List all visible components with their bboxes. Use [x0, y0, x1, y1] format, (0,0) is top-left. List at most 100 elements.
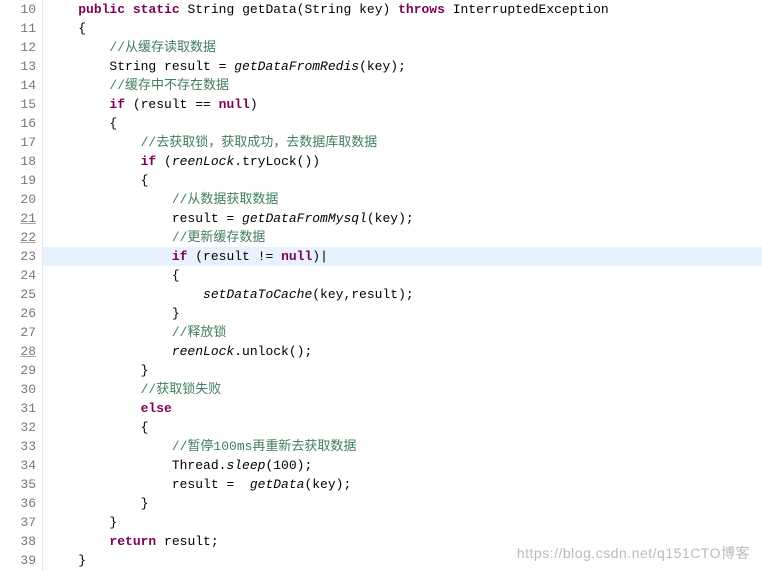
line-number: 17 [0, 133, 36, 152]
code-editor: 1011121314151617181920212223242526272829… [0, 0, 762, 571]
token-plain [47, 135, 141, 150]
line-number: 25 [0, 285, 36, 304]
line-number: 11 [0, 19, 36, 38]
line-number: 36 [0, 494, 36, 513]
token-plain: { [47, 420, 148, 435]
token-comment: //从数据获取数据 [172, 192, 279, 207]
code-line: return result; [43, 532, 762, 551]
token-plain [47, 2, 78, 17]
token-plain: } [47, 363, 148, 378]
code-line: { [43, 171, 762, 190]
token-kw: if [141, 154, 157, 169]
token-plain: (result == [125, 97, 219, 112]
line-number: 32 [0, 418, 36, 437]
line-number: 35 [0, 475, 36, 494]
token-comment: //暂停100ms再重新去获取数据 [172, 439, 357, 454]
line-number: 38 [0, 532, 36, 551]
token-kw: null [281, 249, 312, 264]
code-line: if (result == null) [43, 95, 762, 114]
line-number-gutter: 1011121314151617181920212223242526272829… [0, 0, 43, 571]
code-line: if (reenLock.tryLock()) [43, 152, 762, 171]
token-plain: (key,result); [312, 287, 413, 302]
code-line: { [43, 19, 762, 38]
token-plain: result; [156, 534, 218, 549]
token-plain [47, 97, 109, 112]
token-plain: ( [156, 154, 172, 169]
line-number: 16 [0, 114, 36, 133]
token-plain [47, 344, 172, 359]
code-line: //更新缓存数据 [43, 228, 762, 247]
line-number: 22 [0, 228, 36, 247]
token-kw: if [109, 97, 125, 112]
line-number: 12 [0, 38, 36, 57]
line-number: 39 [0, 551, 36, 570]
token-plain [125, 2, 133, 17]
token-kw: return [109, 534, 156, 549]
token-plain: (key); [304, 477, 351, 492]
token-plain: (result != [187, 249, 281, 264]
token-comment: //获取锁失败 [141, 382, 222, 397]
token-plain: { [47, 173, 148, 188]
token-plain: result = [47, 211, 242, 226]
token-plain [47, 154, 141, 169]
token-plain [47, 382, 141, 397]
token-plain [47, 287, 203, 302]
token-comment: //更新缓存数据 [172, 230, 266, 245]
token-plain: (key); [359, 59, 406, 74]
token-plain: { [47, 21, 86, 36]
token-plain: } [47, 306, 180, 321]
token-method: setDataToCache [203, 287, 312, 302]
token-plain: (key); [367, 211, 414, 226]
code-line: if (result != null)| [43, 247, 762, 266]
line-number: 26 [0, 304, 36, 323]
code-line: public static String getData(String key)… [43, 0, 762, 19]
token-plain [47, 40, 109, 55]
line-number: 37 [0, 513, 36, 532]
code-line: //从数据获取数据 [43, 190, 762, 209]
token-kw: public [78, 2, 125, 17]
token-plain: { [47, 116, 117, 131]
code-line: } [43, 513, 762, 532]
token-plain: result = [47, 477, 250, 492]
code-line: result = getData(key); [43, 475, 762, 494]
token-plain [47, 230, 172, 245]
line-number: 33 [0, 437, 36, 456]
token-kw: null [219, 97, 250, 112]
token-plain: } [47, 496, 148, 511]
line-number: 34 [0, 456, 36, 475]
line-number: 31 [0, 399, 36, 418]
token-plain [47, 401, 141, 416]
token-plain [47, 192, 172, 207]
code-line: //获取锁失败 [43, 380, 762, 399]
token-plain [47, 78, 109, 93]
token-plain: Thread. [47, 458, 226, 473]
token-comment: //释放锁 [172, 325, 227, 340]
token-method: reenLock [172, 344, 234, 359]
line-number: 15 [0, 95, 36, 114]
token-plain: .tryLock()) [234, 154, 320, 169]
token-method: getDataFromMysql [242, 211, 367, 226]
token-plain: { [47, 268, 180, 283]
token-comment: //从缓存读取数据 [109, 40, 216, 55]
code-line: else [43, 399, 762, 418]
token-plain: InterruptedException [445, 2, 609, 17]
line-number: 10 [0, 0, 36, 19]
token-plain: } [47, 553, 86, 568]
line-number: 29 [0, 361, 36, 380]
code-line: { [43, 266, 762, 285]
code-line: { [43, 418, 762, 437]
token-method: getData [250, 477, 305, 492]
token-comment: //缓存中不存在数据 [109, 78, 229, 93]
line-number: 28 [0, 342, 36, 361]
token-plain: String result = [47, 59, 234, 74]
code-line: Thread.sleep(100); [43, 456, 762, 475]
code-line: reenLock.unlock(); [43, 342, 762, 361]
token-plain: } [47, 515, 117, 530]
token-plain: .unlock(); [234, 344, 312, 359]
token-plain: ) [250, 97, 258, 112]
line-number: 18 [0, 152, 36, 171]
code-line: result = getDataFromMysql(key); [43, 209, 762, 228]
line-number: 24 [0, 266, 36, 285]
code-line: //缓存中不存在数据 [43, 76, 762, 95]
token-method: getDataFromRedis [234, 59, 359, 74]
